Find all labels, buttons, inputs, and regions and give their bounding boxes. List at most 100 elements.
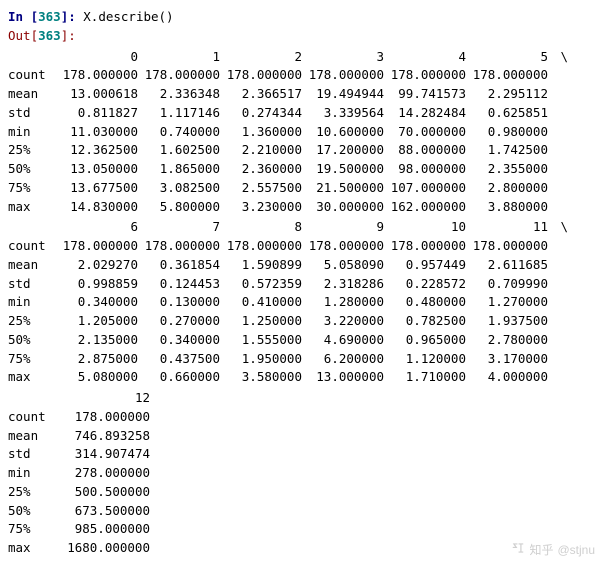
cell: 178.000000	[466, 66, 548, 85]
cell: 746.893258	[56, 427, 150, 446]
cell: 178.000000	[56, 237, 138, 256]
cell: 14.830000	[56, 198, 138, 217]
cell: 0.270000	[138, 312, 220, 331]
cell: 3.230000	[220, 198, 302, 217]
cell: 500.500000	[56, 483, 150, 502]
cell: 2.135000	[56, 331, 138, 350]
col-header: 2	[220, 48, 302, 67]
cell: 1.937500	[466, 312, 548, 331]
col-header: 0	[56, 48, 138, 67]
cell: 2.029270	[56, 256, 138, 275]
cell: 30.000000	[302, 198, 384, 217]
cell: 2.295112	[466, 85, 548, 104]
row-label: mean	[8, 85, 56, 104]
cell: 2.366517	[220, 85, 302, 104]
row-label: min	[8, 123, 56, 142]
cell: 178.000000	[302, 237, 384, 256]
col-header: 3	[302, 48, 384, 67]
cell: 0.811827	[56, 104, 138, 123]
cell: 1.865000	[138, 160, 220, 179]
table-block-2: 67891011\ count178.000000178.000000178.0…	[8, 218, 597, 387]
cell: 13.050000	[56, 160, 138, 179]
cell: 1.117146	[138, 104, 220, 123]
cell: 0.124453	[138, 275, 220, 294]
cell: 13.677500	[56, 179, 138, 198]
cell: 0.480000	[384, 293, 466, 312]
cell: 10.600000	[302, 123, 384, 142]
cell: 0.572359	[220, 275, 302, 294]
cell: 99.741573	[384, 85, 466, 104]
cell: 0.274344	[220, 104, 302, 123]
col-header: 1	[138, 48, 220, 67]
out-prompt-number: 363	[38, 28, 61, 43]
row-label: 25%	[8, 312, 56, 331]
cell: 2.800000	[466, 179, 548, 198]
cell: 0.625851	[466, 104, 548, 123]
cell: 12.362500	[56, 141, 138, 160]
row-label: count	[8, 237, 56, 256]
cell: 0.228572	[384, 275, 466, 294]
cell: 17.200000	[302, 141, 384, 160]
cell: 178.000000	[138, 66, 220, 85]
cell: 178.000000	[302, 66, 384, 85]
continuation-backslash: \	[548, 48, 568, 67]
zhihu-logo-icon	[511, 541, 525, 560]
row-label: min	[8, 293, 56, 312]
cell: 5.800000	[138, 198, 220, 217]
cell: 3.580000	[220, 368, 302, 387]
cell: 2.611685	[466, 256, 548, 275]
cell: 162.000000	[384, 198, 466, 217]
cell: 278.000000	[56, 464, 150, 483]
cell: 178.000000	[56, 408, 150, 427]
col-header: 7	[138, 218, 220, 237]
cell: 3.170000	[466, 350, 548, 369]
cell: 5.080000	[56, 368, 138, 387]
cell: 314.907474	[56, 445, 150, 464]
watermark-handle: @stjnu	[557, 541, 595, 559]
row-label: max	[8, 539, 56, 558]
cell: 0.957449	[384, 256, 466, 275]
cell: 4.000000	[466, 368, 548, 387]
table-block-1: 012345\ count178.000000178.000000178.000…	[8, 48, 597, 217]
cell: 3.082500	[138, 179, 220, 198]
row-label: count	[8, 66, 56, 85]
zhihu-watermark: 知乎 @stjnu	[511, 541, 595, 560]
cell: 19.500000	[302, 160, 384, 179]
cell: 14.282484	[384, 104, 466, 123]
cell: 21.500000	[302, 179, 384, 198]
col-header: 9	[302, 218, 384, 237]
watermark-site: 知乎	[529, 541, 553, 559]
cell: 1.120000	[384, 350, 466, 369]
cell: 178.000000	[56, 66, 138, 85]
row-label: 75%	[8, 350, 56, 369]
out-prompt-suffix: ]:	[61, 28, 76, 43]
row-label: 25%	[8, 483, 56, 502]
cell: 88.000000	[384, 141, 466, 160]
col-header: 12	[56, 389, 150, 408]
col-header: 5	[466, 48, 548, 67]
cell: 178.000000	[220, 66, 302, 85]
cell: 0.340000	[56, 293, 138, 312]
cell: 1680.000000	[56, 539, 150, 558]
cell: 3.880000	[466, 198, 548, 217]
cell: 2.210000	[220, 141, 302, 160]
col-header: 8	[220, 218, 302, 237]
cell: 2.355000	[466, 160, 548, 179]
cell: 6.200000	[302, 350, 384, 369]
row-label: 25%	[8, 141, 56, 160]
cell: 0.361854	[138, 256, 220, 275]
row-label: std	[8, 275, 56, 294]
cell: 178.000000	[384, 66, 466, 85]
cell: 673.500000	[56, 502, 150, 521]
row-label: min	[8, 464, 56, 483]
cell: 2.875000	[56, 350, 138, 369]
cell: 13.000618	[56, 85, 138, 104]
cell: 2.360000	[220, 160, 302, 179]
cell: 0.410000	[220, 293, 302, 312]
cell: 5.058090	[302, 256, 384, 275]
cell: 178.000000	[138, 237, 220, 256]
row-label: 75%	[8, 179, 56, 198]
cell: 0.709990	[466, 275, 548, 294]
row-label: std	[8, 104, 56, 123]
row-label: max	[8, 198, 56, 217]
